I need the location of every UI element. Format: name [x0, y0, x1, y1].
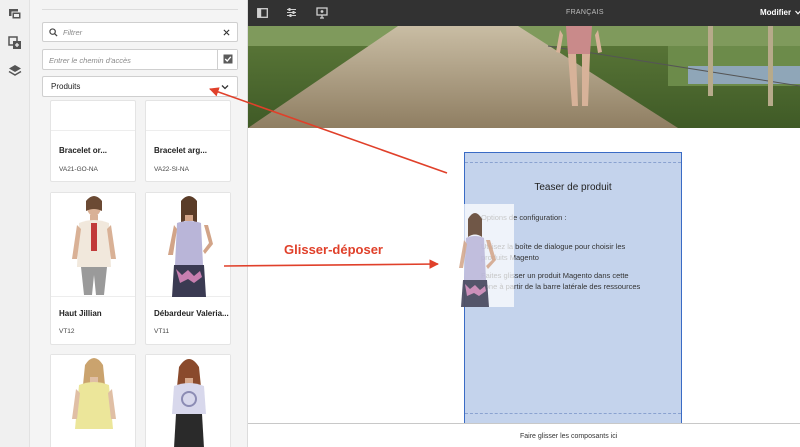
- drag-drop-annotation: Glisser-déposer: [284, 242, 383, 257]
- drag-arrow: [223, 259, 439, 269]
- category-arrow: [209, 87, 448, 174]
- annotation-overlay: [209, 87, 448, 269]
